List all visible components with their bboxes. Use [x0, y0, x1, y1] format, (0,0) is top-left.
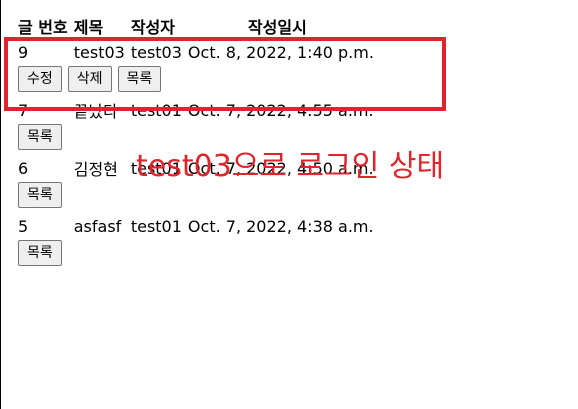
- table-row: 5 asfasf test01 Oct. 7, 2022, 4:38 a.m.: [16, 214, 376, 238]
- post-date: Oct. 7, 2022, 4:55 a.m.: [187, 100, 374, 120]
- post-no: 9: [18, 42, 29, 62]
- header-title: 제목: [73, 18, 104, 37]
- delete-button[interactable]: 삭제: [67, 66, 112, 92]
- list-button[interactable]: 목록: [18, 124, 62, 150]
- post-title: 김정현: [73, 160, 118, 179]
- login-status-annotation: test03으로 로그인 상태: [136, 149, 445, 184]
- header-row: 글 번호 제목 작성자 작성일시: [16, 14, 376, 38]
- edit-button[interactable]: 수정: [18, 66, 62, 92]
- post-author: test01: [130, 216, 182, 236]
- button-row: 목록: [16, 240, 376, 270]
- post-no: 5: [18, 216, 29, 236]
- post-date: Oct. 7, 2022, 4:38 a.m.: [187, 216, 374, 236]
- list-button[interactable]: 목록: [18, 182, 62, 208]
- table-row: 7 끝났다 test01 Oct. 7, 2022, 4:55 a.m.: [16, 98, 376, 122]
- list-button[interactable]: 목록: [18, 240, 62, 266]
- header-date: 작성일시: [247, 18, 307, 37]
- post-no: 6: [18, 158, 29, 178]
- post-author: test01: [130, 100, 182, 120]
- header-author: 작성자: [130, 18, 175, 37]
- post-title: test03: [73, 42, 125, 62]
- post-date: Oct. 8, 2022, 1:40 p.m.: [187, 42, 374, 62]
- header-no: 글 번호: [18, 18, 68, 37]
- button-row: 목록: [16, 182, 376, 212]
- list-button[interactable]: 목록: [117, 66, 162, 92]
- left-border: [0, 0, 1, 409]
- post-no: 7: [18, 100, 29, 120]
- post-title: 끝났다: [73, 102, 118, 121]
- post-author: test03: [130, 42, 182, 62]
- button-row: 수정 삭제 목록: [16, 66, 376, 96]
- table-row: 9 test03 test03 Oct. 8, 2022, 1:40 p.m.: [16, 40, 376, 64]
- post-title: asfasf: [73, 216, 122, 236]
